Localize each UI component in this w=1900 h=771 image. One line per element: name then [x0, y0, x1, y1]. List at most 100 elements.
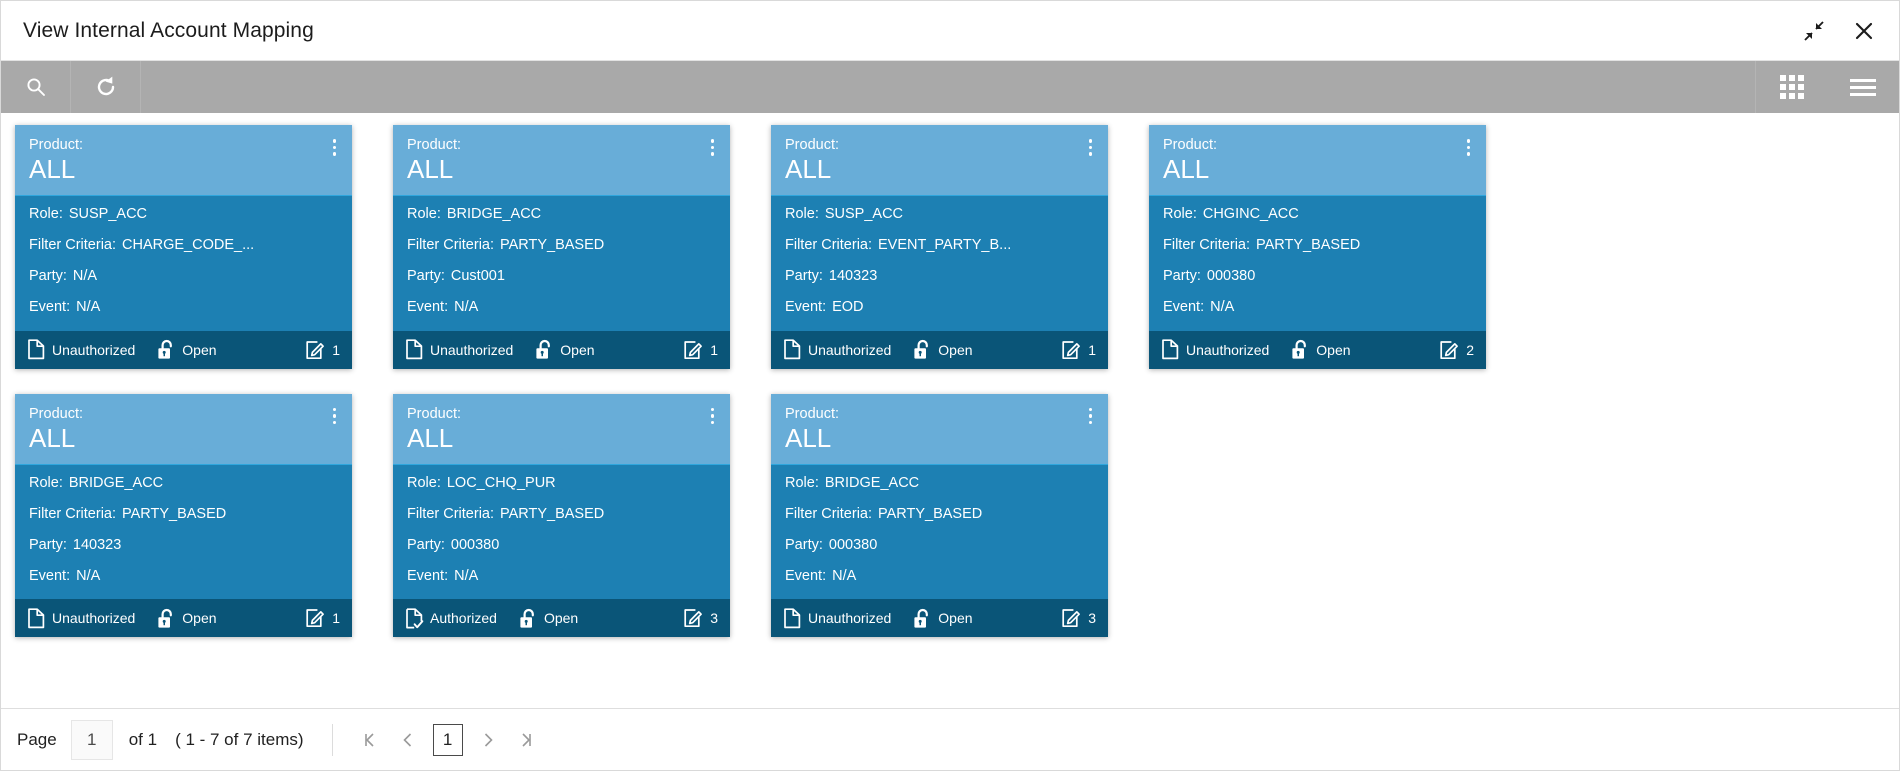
refresh-icon[interactable] [71, 61, 141, 113]
search-icon[interactable] [1, 61, 71, 113]
product-value: ALL [29, 154, 76, 185]
record-status-label: Open [1316, 341, 1351, 358]
card-row-role: Role: SUSP_ACC [29, 205, 338, 223]
party-label: Party: [29, 536, 67, 553]
auth-status: Unauthorized [27, 339, 135, 360]
card-row-party: Party: N/A [29, 267, 338, 285]
account-mapping-card[interactable]: Product: ALL Role: BRIDGE_ACC Filter Criteri… [393, 125, 730, 369]
role-value: CHGINC_ACC [1202, 206, 1299, 223]
filter-criteria-label: Filter Criteria: [1163, 237, 1251, 254]
record-status: Open [1291, 339, 1351, 360]
modification-count[interactable]: 2 [1440, 340, 1474, 360]
auth-status: Unauthorized [405, 339, 513, 360]
close-icon[interactable] [1851, 18, 1877, 44]
modification-count[interactable]: 3 [1062, 608, 1096, 628]
list-view-icon[interactable] [1827, 61, 1899, 113]
filter-criteria-label: Filter Criteria: [29, 237, 117, 254]
account-mapping-card[interactable]: Product: ALL Role: BRIDGE_ACC Filter Criteri… [771, 393, 1108, 638]
edit-icon[interactable] [684, 340, 703, 360]
modification-count-label: 1 [1088, 341, 1096, 358]
card-menu-icon[interactable] [331, 137, 339, 158]
card-menu-icon[interactable] [709, 137, 717, 158]
record-status: Open [913, 608, 973, 629]
account-mapping-card[interactable]: Product: ALL Role: SUSP_ACC Filter Criteria:… [15, 125, 352, 369]
record-status: Open [519, 608, 578, 629]
card-row-event: Event: N/A [785, 567, 1094, 585]
auth-status-label: Unauthorized [430, 341, 514, 358]
record-status-label: Open [543, 610, 579, 627]
card-body: Role: BRIDGE_ACC Filter Criteria: PARTY_BAS… [771, 465, 1108, 600]
product-value: ALL [29, 422, 76, 453]
page-input[interactable] [70, 719, 113, 760]
role-value: SUSP_ACC [68, 206, 148, 223]
card-cell: Product: ALL Role: SUSP_ACC Filter Criteria:… [771, 125, 1116, 369]
edit-icon[interactable] [1062, 340, 1081, 360]
event-label: Event: [785, 567, 827, 584]
product-label: Product: [29, 137, 83, 153]
card-row-role: Role: LOC_CHQ_PUR [407, 474, 716, 492]
product-label: Product: [29, 405, 83, 422]
record-status-label: Open [182, 610, 217, 627]
modification-count[interactable]: 1 [1062, 340, 1096, 360]
card-row-event: Event: N/A [1163, 298, 1472, 316]
items-range-label: ( 1 - 7 of 7 items) [175, 729, 304, 749]
unlock-icon [157, 339, 176, 360]
card-menu-icon[interactable] [1465, 137, 1473, 158]
party-value: Cust001 [450, 268, 505, 285]
auth-status: Unauthorized [783, 607, 891, 629]
modification-count-label: 1 [710, 341, 718, 358]
edit-icon[interactable] [306, 608, 325, 628]
grid-view-icon[interactable] [1755, 61, 1827, 113]
card-menu-icon[interactable] [331, 406, 339, 427]
auth-status: Authorized [405, 607, 497, 629]
unlock-icon [1291, 339, 1310, 360]
event-label: Event: [407, 567, 449, 584]
next-page-icon[interactable] [469, 721, 507, 759]
unlock-icon [519, 608, 538, 629]
event-value: N/A [76, 299, 101, 316]
unlock-icon [535, 339, 554, 360]
record-status: Open [157, 339, 217, 360]
prev-page-icon[interactable] [389, 721, 427, 759]
card-row-party: Party: 000380 [785, 536, 1094, 554]
card-menu-icon[interactable] [709, 406, 717, 427]
modification-count[interactable]: 1 [306, 608, 340, 628]
first-page-icon[interactable] [351, 721, 389, 759]
card-menu-icon[interactable] [1087, 406, 1095, 427]
toolbar-right-group [1755, 61, 1899, 113]
document-icon [1161, 339, 1180, 360]
modification-count[interactable]: 3 [684, 608, 718, 628]
party-label: Party: [785, 268, 823, 285]
edit-icon[interactable] [1440, 340, 1459, 360]
card-body: Role: BRIDGE_ACC Filter Criteria: PARTY_BAS… [393, 196, 730, 331]
event-label: Event: [407, 299, 449, 316]
page-number-1[interactable]: 1 [432, 723, 463, 756]
account-mapping-card[interactable]: Product: ALL Role: LOC_CHQ_PUR Filter Criter… [393, 393, 730, 638]
card-header: Product: ALL [15, 125, 352, 197]
product-label: Product: [785, 405, 839, 422]
account-mapping-card[interactable]: Product: ALL Role: CHGINC_ACC Filter Criteri… [1149, 125, 1486, 369]
edit-icon[interactable] [684, 608, 703, 628]
record-status-label: Open [560, 341, 595, 358]
modification-count[interactable]: 1 [306, 340, 340, 360]
card-cell: Product: ALL Role: BRIDGE_ACC Filter Criteri… [771, 393, 1116, 638]
card-footer: Unauthorized Open 2 [1149, 330, 1486, 369]
card-menu-icon[interactable] [1087, 137, 1095, 158]
card-area: Product: ALL Role: SUSP_ACC Filter Criteria:… [1, 113, 1899, 708]
card-row-role: Role: CHGINC_ACC [1163, 205, 1472, 223]
document-icon [27, 607, 46, 629]
product-label: Product: [407, 137, 461, 153]
edit-icon[interactable] [1062, 608, 1081, 628]
last-page-icon[interactable] [507, 721, 545, 759]
account-mapping-card[interactable]: Product: ALL Role: BRIDGE_ACC Filter Criteri… [15, 393, 352, 638]
modification-count[interactable]: 1 [684, 340, 718, 360]
account-mapping-card[interactable]: Product: ALL Role: SUSP_ACC Filter Criteria:… [771, 125, 1108, 369]
unlock-icon [157, 608, 176, 629]
party-label: Party: [29, 268, 67, 285]
edit-icon[interactable] [306, 340, 325, 360]
collapse-arrows-icon[interactable] [1801, 18, 1827, 44]
event-label: Event: [1163, 299, 1205, 316]
card-row-event: Event: N/A [407, 298, 716, 316]
role-value: BRIDGE_ACC [446, 206, 542, 223]
document-icon [783, 607, 802, 629]
